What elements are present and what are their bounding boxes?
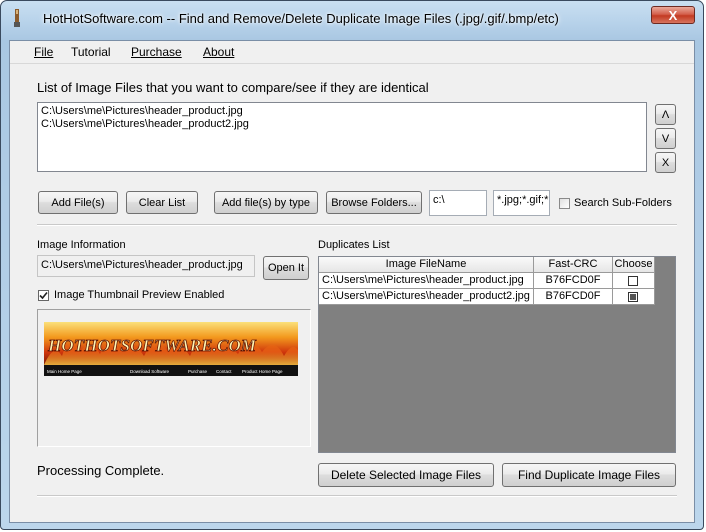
- close-button[interactable]: X: [651, 6, 695, 24]
- menu-bar: File Tutorial Purchase About: [10, 41, 694, 64]
- client-area: File Tutorial Purchase About List of Ima…: [9, 40, 695, 523]
- image-file-list[interactable]: C:\Users\me\Pictures\header_product.jpg …: [37, 102, 647, 172]
- add-by-type-button[interactable]: Add file(s) by type: [214, 191, 318, 214]
- duplicate-row-filename[interactable]: C:\Users\me\Pictures\header_product.jpg: [319, 273, 534, 289]
- image-info-label: Image Information: [37, 239, 126, 251]
- thumbnail-logo-text: HOTHOTSOFTWARE.COM: [47, 336, 257, 355]
- choose-checkbox-checked[interactable]: [628, 292, 638, 302]
- thumbnail-nav-left: Main Home Page: [47, 369, 82, 374]
- window-title: HotHotSoftware.com -- Find and Remove/De…: [43, 11, 559, 26]
- thumbnail-nav-download: Download Software: [130, 369, 170, 374]
- app-window: HotHotSoftware.com -- Find and Remove/De…: [0, 0, 704, 530]
- file-list-label: List of Image Files that you want to com…: [37, 80, 429, 95]
- add-files-button[interactable]: Add File(s): [38, 191, 118, 214]
- duplicate-row-choose[interactable]: [613, 273, 655, 289]
- clear-list-button[interactable]: Clear List: [126, 191, 198, 214]
- title-bar[interactable]: HotHotSoftware.com -- Find and Remove/De…: [1, 1, 703, 39]
- open-it-button[interactable]: Open It: [263, 256, 309, 280]
- duplicates-list-label: Duplicates List: [318, 239, 390, 251]
- file-type-filter-input[interactable]: *.jpg;*.gif;*.: [493, 190, 550, 216]
- menu-purchase[interactable]: Purchase: [131, 45, 182, 59]
- browse-folders-button[interactable]: Browse Folders...: [326, 191, 422, 214]
- column-header-choose[interactable]: Choose: [613, 257, 655, 273]
- choose-checkbox[interactable]: [628, 276, 638, 286]
- duplicates-grid[interactable]: Image FileName Fast-CRC Choose C:\Users\…: [318, 256, 676, 453]
- remove-item-button[interactable]: X: [655, 152, 676, 173]
- menu-file[interactable]: File: [34, 45, 53, 59]
- list-item[interactable]: C:\Users\me\Pictures\header_product2.jpg: [38, 118, 646, 131]
- thumbnail-image: HOTHOTSOFTWARE.COM Main Home Page Downlo…: [44, 322, 298, 376]
- menu-about[interactable]: About: [203, 45, 234, 59]
- thumbnail-nav-contact: Contact: [216, 369, 232, 374]
- menu-tutorial[interactable]: Tutorial: [71, 45, 111, 59]
- find-duplicates-button[interactable]: Find Duplicate Image Files: [502, 463, 676, 487]
- menu-file-label: File: [34, 45, 54, 59]
- search-sub-folders-label: Search Sub-Folders: [574, 197, 672, 209]
- column-header-crc[interactable]: Fast-CRC: [534, 257, 613, 273]
- menu-about-label: About: [203, 45, 235, 59]
- thumbnail-preview-checkbox[interactable]: [38, 290, 49, 301]
- duplicate-row-choose[interactable]: [613, 289, 655, 305]
- duplicate-row-filename[interactable]: C:\Users\me\Pictures\header_product2.jpg: [319, 289, 534, 305]
- duplicate-row-crc: B76FCD0F: [534, 273, 613, 289]
- thumbnail-nav-purchase: Purchase: [188, 369, 208, 374]
- thumbnail-nav-product: Product Home Page: [242, 369, 283, 374]
- status-text: Processing Complete.: [37, 463, 165, 478]
- delete-selected-button[interactable]: Delete Selected Image Files: [318, 463, 494, 487]
- search-sub-folders-checkbox[interactable]: [559, 198, 570, 209]
- divider: [37, 224, 677, 226]
- menu-purchase-label: Purchase: [131, 45, 182, 59]
- thumbnail-preview-label: Image Thumbnail Preview Enabled: [54, 289, 225, 301]
- app-icon: [14, 9, 20, 27]
- folder-path-input[interactable]: c:\: [429, 190, 487, 216]
- image-path-field: C:\Users\me\Pictures\header_product.jpg: [37, 255, 255, 277]
- divider: [37, 495, 677, 497]
- column-header-filename[interactable]: Image FileName: [319, 257, 534, 273]
- checkmark-icon: [39, 291, 48, 300]
- move-up-button[interactable]: Λ: [655, 104, 676, 125]
- duplicate-row-crc: B76FCD0F: [534, 289, 613, 305]
- move-down-button[interactable]: V: [655, 128, 676, 149]
- list-item[interactable]: C:\Users\me\Pictures\header_product.jpg: [38, 105, 646, 118]
